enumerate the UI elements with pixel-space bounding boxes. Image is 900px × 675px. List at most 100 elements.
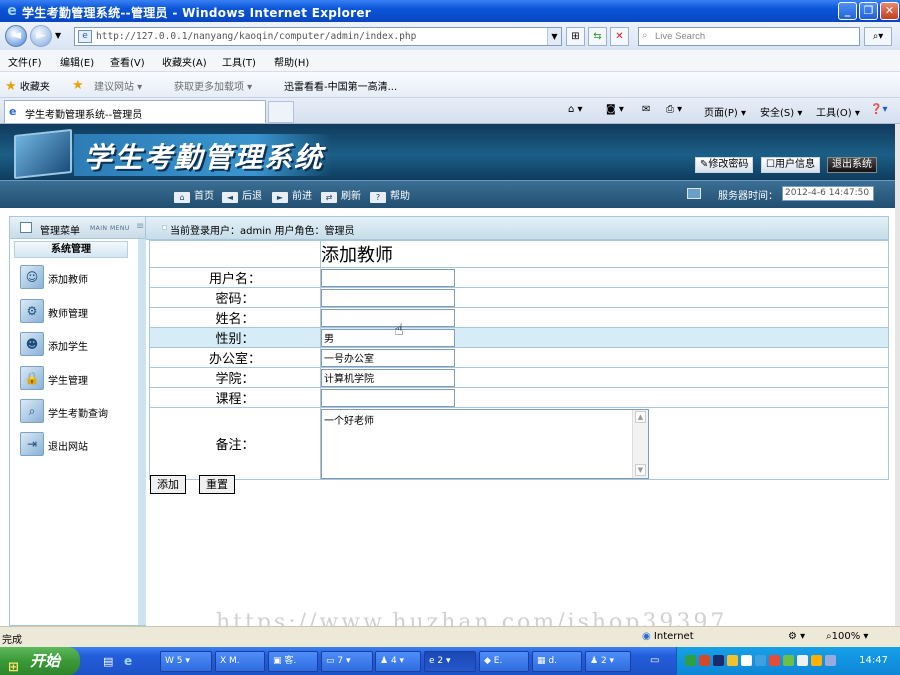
tab-title: 学生考勤管理系统--管理员 (25, 110, 143, 121)
tray-icon-6[interactable] (755, 655, 766, 666)
menu-view[interactable]: 查看(V) (110, 54, 145, 69)
sidebar-item-label: 添加教师 (48, 275, 88, 286)
forward-button[interactable]: ► (30, 25, 52, 47)
remark-text: 一个好老师 (324, 415, 374, 427)
print-icon[interactable]: ⎙ ▾ (666, 104, 682, 115)
rss-icon[interactable]: ◙ ▾ (606, 104, 624, 115)
sidebar-header: 管理菜单 MAIN MENU ≡ (10, 217, 145, 239)
menu-edit[interactable]: 编辑(E) (60, 54, 94, 69)
taskbar-chat[interactable]: ♟ 2 ▾ (585, 651, 631, 672)
tray-icon-10[interactable] (811, 655, 822, 666)
quicklaunch-ie-icon[interactable]: e (124, 654, 132, 668)
refresh-icon[interactable]: ⇆ (588, 27, 607, 46)
browser-tab[interactable]: e 学生考勤管理系统--管理员 (4, 100, 266, 123)
collapse-icon[interactable]: ≡ (136, 221, 144, 232)
tray-icon-5[interactable] (741, 655, 752, 666)
server-time-label: 服务器时间： (718, 191, 778, 202)
course-field[interactable] (321, 388, 455, 407)
nav-back[interactable]: ◄ 后退 (222, 187, 262, 203)
change-password-button[interactable]: ✎修改密码 (695, 157, 754, 173)
page-menu[interactable]: 页面(P) ▾ (704, 104, 746, 119)
menu-file[interactable]: 文件(F) (8, 54, 42, 69)
history-dropdown-icon[interactable]: ▼ (55, 31, 61, 40)
search-placeholder: Live Search (655, 31, 706, 42)
tray-icon-1[interactable] (685, 655, 696, 666)
user-info-button[interactable]: ☐用户信息 (761, 157, 820, 173)
nav-forward[interactable]: ► 前进 (272, 187, 312, 203)
tools-menu[interactable]: 工具(O) ▾ (816, 104, 860, 119)
tray-icon-2[interactable] (699, 655, 710, 666)
home-icon[interactable]: ⌂ ▾ (568, 104, 583, 115)
name-field[interactable] (321, 308, 455, 327)
office-field[interactable] (321, 348, 455, 367)
gender-label: 性别： (149, 327, 321, 348)
zoom-control[interactable]: ⌕100% ▾ (826, 631, 868, 642)
window-title: 学生考勤管理系统--管理员 - Windows Internet Explore… (22, 6, 371, 20)
search-user-icon: ⌕ (20, 399, 44, 423)
page-scrollbar[interactable] (895, 124, 900, 626)
maximize-button[interactable]: ❐ (859, 2, 878, 20)
compatibility-icon[interactable]: ⊞ (566, 27, 585, 46)
status-bar: 完成 ◉ Internet ⚙ ▾ ⌕100% ▾ (0, 626, 900, 647)
mouse-cursor-icon: ☝ (394, 320, 404, 339)
nav-home[interactable]: ⌂ 首页 (174, 187, 214, 203)
tray-icon-8[interactable] (783, 655, 794, 666)
college-field[interactable] (321, 368, 455, 387)
scroll-down-icon[interactable]: ▼ (635, 463, 646, 476)
gender-field[interactable] (321, 328, 455, 347)
taskbar-ie[interactable]: e 2 ▾ (424, 651, 476, 672)
reset-button[interactable]: 重置 (199, 475, 235, 494)
protected-mode-icon[interactable]: ⚙ ▾ (788, 631, 805, 642)
remark-textarea[interactable]: 一个好老师 ▲ ▼ (321, 408, 649, 479)
fav-xunlei[interactable]: 迅雷看看-中国第一高清... (284, 78, 397, 93)
safety-menu[interactable]: 安全(S) ▾ (760, 104, 802, 119)
favorites-button[interactable]: ★ 收藏夹 (5, 78, 50, 94)
menu-favorites[interactable]: 收藏夹(A) (162, 54, 207, 69)
add-teacher-form: 添加教师 用户名： 密码： 姓名： 性别： 办公室： 学院： 课程： (149, 240, 889, 480)
keyboard-icon[interactable]: ▭ (650, 655, 659, 666)
fav-suggested-sites[interactable]: 建议网站 ▾ (94, 78, 142, 93)
fav-get-addons[interactable]: 获取更多加载项 ▾ (174, 78, 252, 93)
minimize-button[interactable]: _ (838, 2, 857, 20)
taskbar-explorer[interactable]: ▭ 7 ▾ (321, 651, 373, 672)
search-input[interactable]: ⌕ Live Search (638, 27, 860, 46)
taskbar-app[interactable]: ▣ 客. (268, 651, 318, 672)
username-field[interactable] (321, 268, 455, 287)
scroll-up-icon[interactable]: ▲ (635, 410, 646, 423)
quicklaunch-folder-icon[interactable]: ▤ (103, 655, 113, 668)
password-field[interactable] (321, 288, 455, 307)
tray-icon-7[interactable] (769, 655, 780, 666)
tray-icon-3[interactable] (713, 655, 724, 666)
tray-icon-11[interactable] (825, 655, 836, 666)
lock-icon: 🔒 (20, 366, 44, 390)
start-button[interactable]: ⊞ 开始 (0, 647, 80, 675)
address-bar[interactable]: e http://127.0.0.1/nanyang/kaoqin/comput… (74, 27, 562, 46)
textarea-scrollbar[interactable]: ▲ ▼ (632, 409, 648, 478)
menu-tools[interactable]: 工具(T) (222, 54, 256, 69)
address-dropdown-icon[interactable]: ▼ (547, 28, 561, 45)
logout-button[interactable]: 退出系统 (827, 157, 877, 173)
taskbar-e[interactable]: ◆ E. (479, 651, 529, 672)
back-arrow-icon: ◄ (222, 192, 238, 203)
nav-refresh[interactable]: ⇄ 刷新 (321, 187, 361, 203)
nav-help[interactable]: ? 帮助 (370, 187, 410, 203)
tab-ie-icon: e (9, 105, 17, 118)
close-button[interactable]: ✕ (880, 2, 899, 20)
tray-icon-4[interactable] (727, 655, 738, 666)
new-tab-button[interactable] (268, 101, 294, 123)
taskbar-d[interactable]: ▦ d. (532, 651, 582, 672)
help-icon[interactable]: ❓▾ (870, 104, 887, 115)
mail-icon[interactable]: ✉ (642, 104, 650, 115)
taskbar-excel[interactable]: X M. (215, 651, 265, 672)
taskbar-word[interactable]: W 5 ▾ (160, 651, 212, 672)
back-button[interactable]: ◄ (5, 25, 27, 47)
taskbar-qq[interactable]: ♟ 4 ▾ (375, 651, 421, 672)
search-button[interactable]: ⌕▾ (864, 27, 892, 46)
stop-icon[interactable]: ✕ (610, 27, 629, 46)
menu-help[interactable]: 帮助(H) (274, 54, 309, 69)
add-favorite-icon[interactable]: ★ (72, 78, 84, 93)
tray-icon-9[interactable] (797, 655, 808, 666)
submit-button[interactable]: 添加 (150, 475, 186, 494)
monitor-graphic-icon (14, 128, 72, 180)
system-tray: 14:47 (676, 647, 900, 675)
